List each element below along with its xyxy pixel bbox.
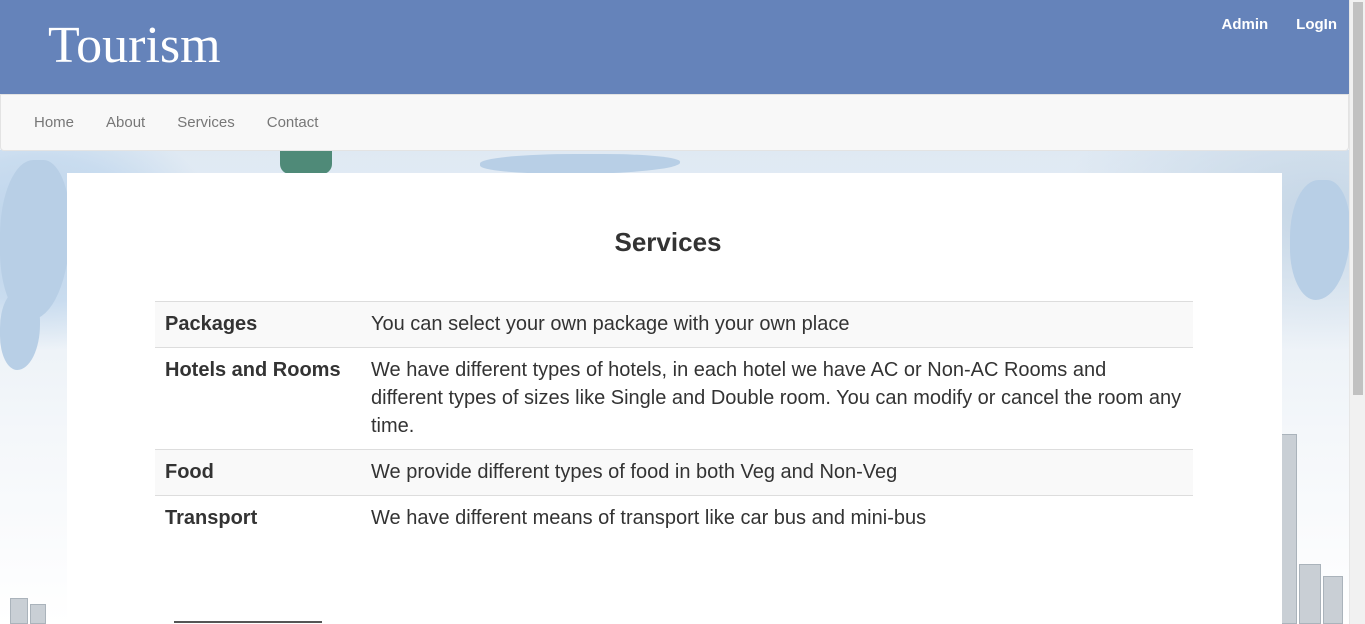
main-navbar: Home About Services Contact: [0, 94, 1349, 151]
divider-line: [174, 621, 322, 623]
table-row: Hotels and Rooms We have different types…: [155, 347, 1193, 450]
city-skyline-left: [0, 596, 66, 624]
service-name: Packages: [155, 301, 361, 348]
service-name: Food: [155, 449, 361, 496]
page-scrollbar[interactable]: [1349, 0, 1365, 624]
site-logo-text[interactable]: Tourism: [48, 16, 221, 76]
map-continent: [1290, 180, 1349, 300]
site-header: Tourism Admin LogIn: [0, 0, 1349, 94]
scrollbar-thumb[interactable]: [1353, 2, 1363, 395]
table-row: Transport We have different means of tra…: [155, 495, 1193, 541]
nav-item-home[interactable]: Home: [18, 113, 90, 133]
services-table: Packages You can select your own package…: [155, 301, 1193, 541]
service-description: We have different types of hotels, in ea…: [361, 347, 1193, 450]
nav-item-services[interactable]: Services: [161, 113, 251, 133]
header-links: Admin LogIn: [1222, 16, 1338, 34]
service-name: Hotels and Rooms: [155, 347, 361, 450]
map-continent: [480, 154, 680, 174]
map-continent: [0, 290, 40, 370]
login-link[interactable]: LogIn: [1296, 16, 1337, 34]
service-description: You can select your own package with you…: [361, 301, 1193, 348]
page-title: Services: [614, 227, 722, 257]
content-panel: Services Packages You can select your ow…: [67, 173, 1282, 624]
table-row: Packages You can select your own package…: [155, 301, 1193, 348]
city-skyline-right: [1279, 434, 1349, 624]
nav-item-about[interactable]: About: [90, 113, 161, 133]
service-name: Transport: [155, 495, 361, 541]
nav-item-contact[interactable]: Contact: [251, 113, 335, 133]
service-description: We provide different types of food in bo…: [361, 449, 1193, 496]
admin-link[interactable]: Admin: [1222, 16, 1269, 34]
statue-of-liberty-image: [280, 150, 332, 174]
service-description: We have different means of transport lik…: [361, 495, 1193, 541]
table-row: Food We provide different types of food …: [155, 449, 1193, 496]
